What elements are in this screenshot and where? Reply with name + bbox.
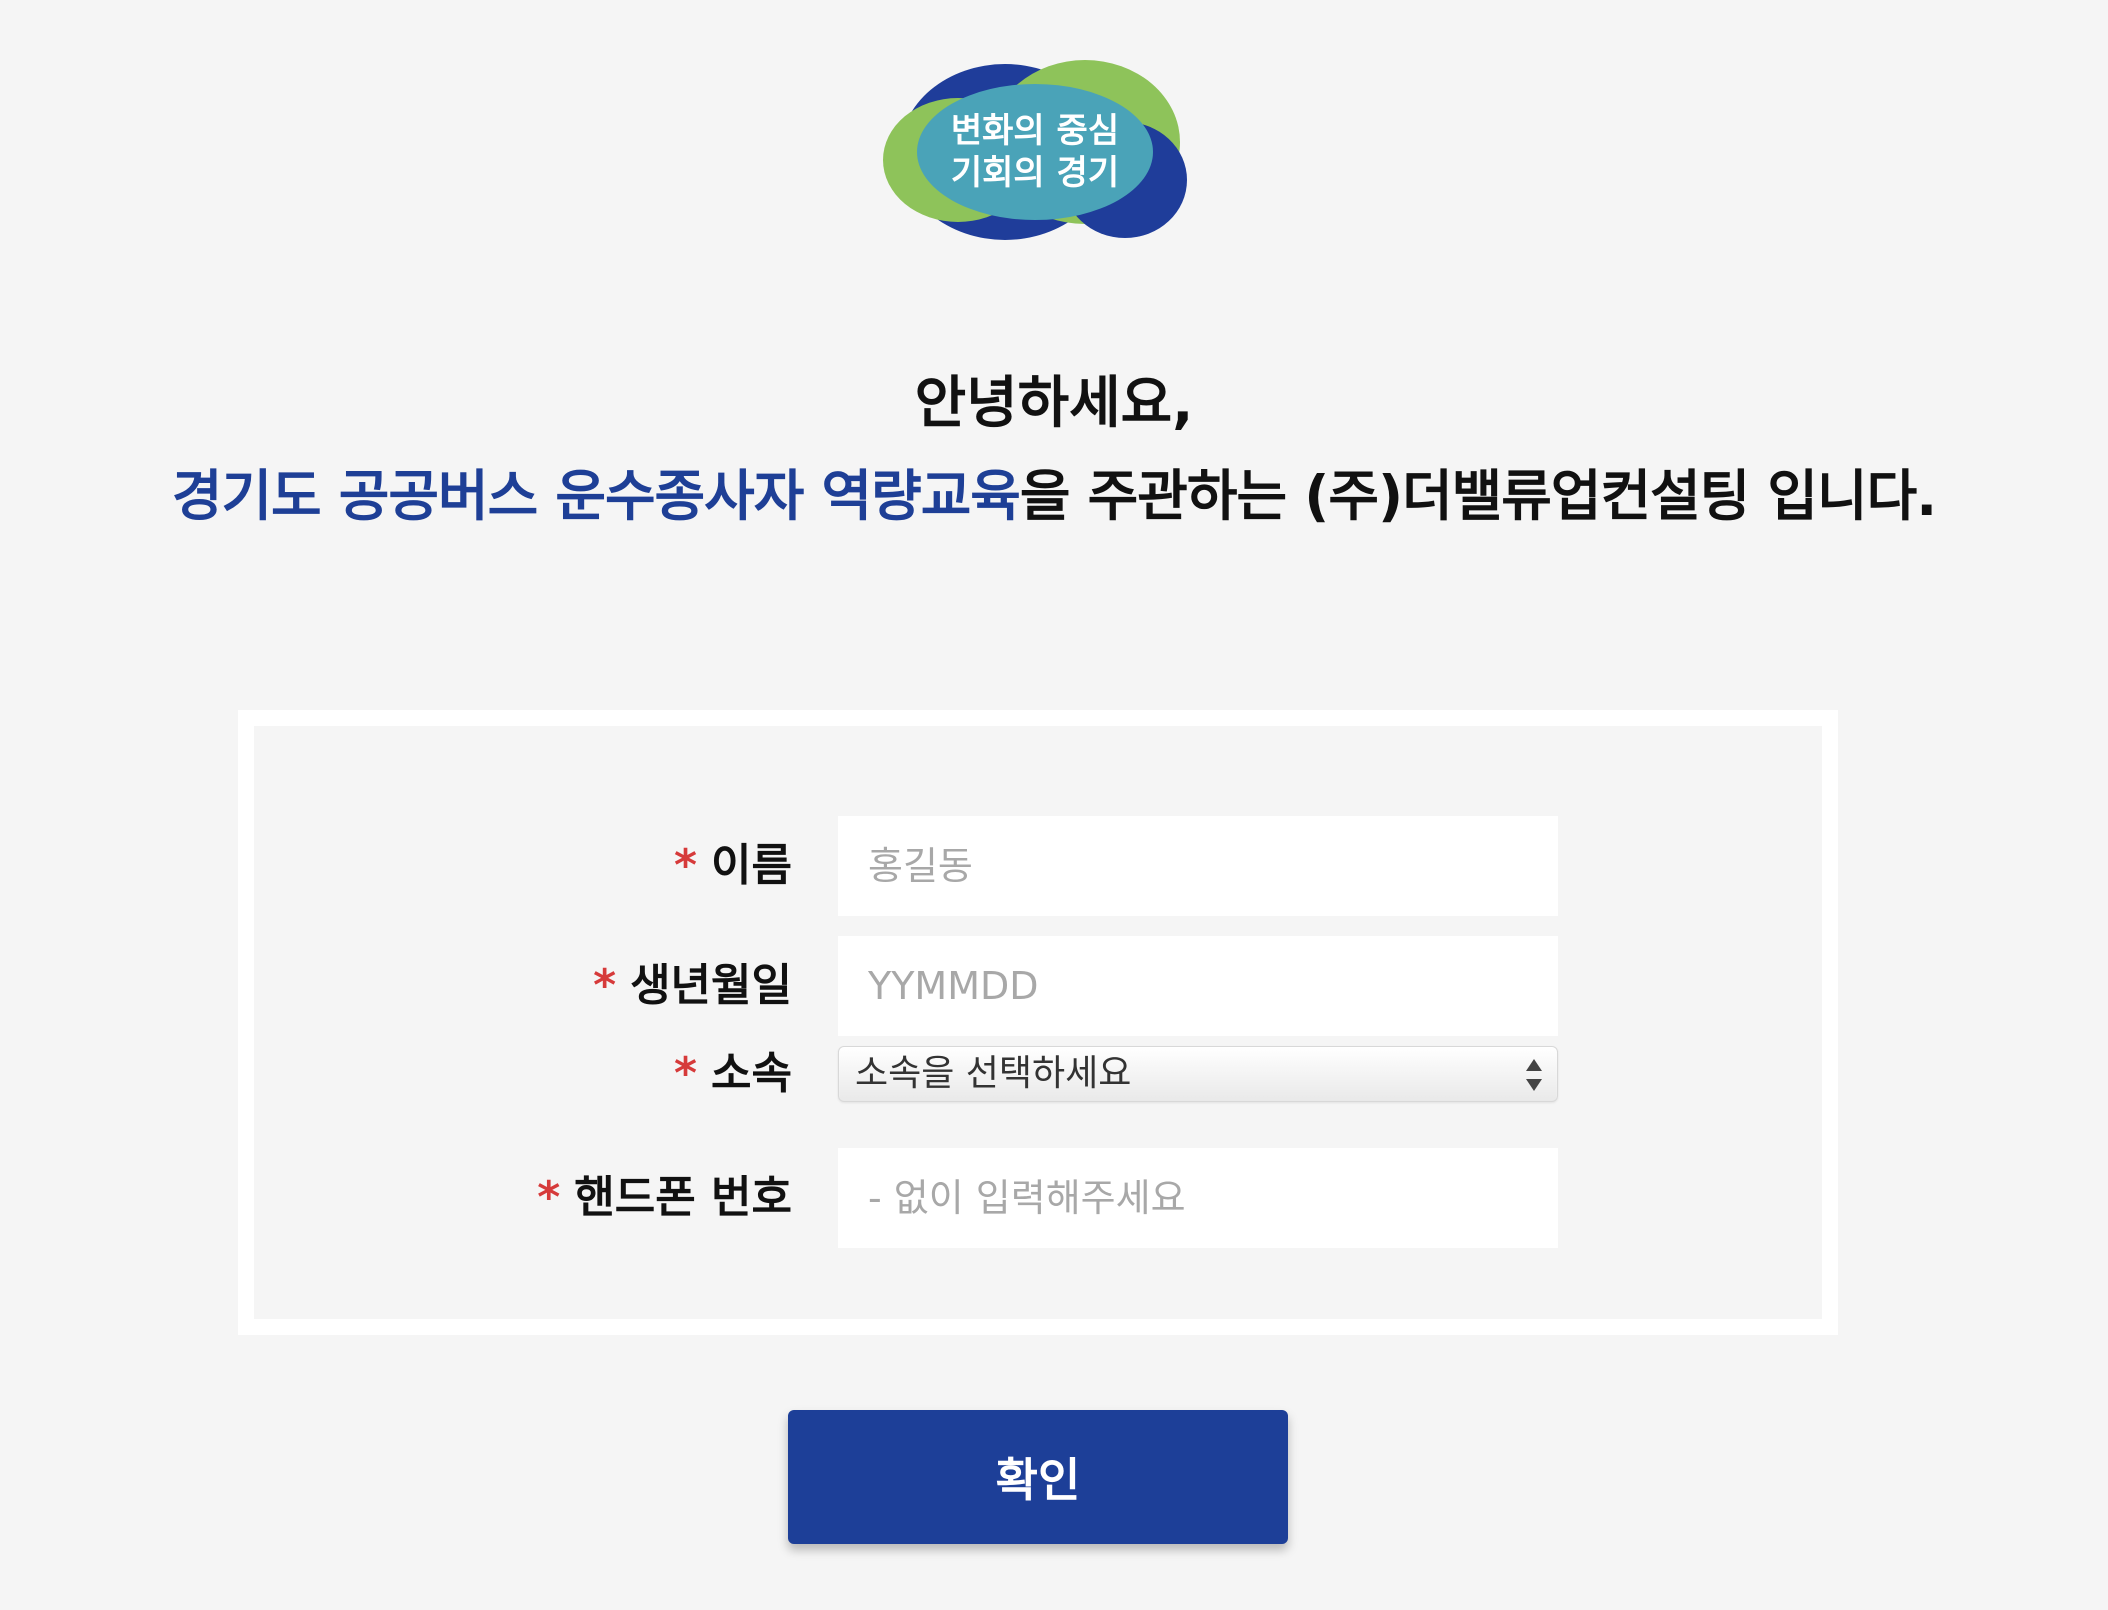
birthdate-input[interactable] [838, 936, 1558, 1036]
name-label: * 이름 [674, 840, 792, 891]
select-arrows-icon [1526, 1059, 1542, 1091]
affiliation-label: * 소속 [674, 1048, 792, 1099]
logo: 변화의 중심 기회의 경기 [880, 60, 1190, 245]
logo-line1: 변화의 중심 [951, 111, 1119, 151]
affiliation-select[interactable]: 소속을 선택하세요 [838, 1046, 1558, 1102]
required-mark: * [537, 1172, 561, 1223]
greeting-text: 안녕하세요, [914, 371, 1194, 436]
affiliation-selected: 소속을 선택하세요 [855, 1053, 1132, 1094]
name-input[interactable] [838, 816, 1558, 916]
phone-label: * 핸드폰 번호 [537, 1172, 792, 1223]
logo-line2: 기회의 경기 [951, 153, 1119, 193]
required-mark: * [593, 960, 617, 1011]
intro-text: 경기도 공공버스 운수종사자 역량교육을 주관하는 (주)더밸류업컨설팅 입니다… [60, 460, 2048, 532]
required-mark: * [674, 1048, 698, 1099]
confirm-button[interactable]: 확인 [788, 1410, 1288, 1544]
required-mark: * [674, 840, 698, 891]
phone-input[interactable] [838, 1148, 1558, 1248]
login-form: *이름 *생년월일 *소속 소속을 선택하세요 *핸드폰 번호 [238, 710, 1838, 1335]
birthdate-label: * 생년월일 [593, 960, 792, 1011]
intro-rest: 을 주관하는 (주)더밸류업컨설팅 입니다. [1019, 464, 1937, 528]
intro-highlight: 경기도 공공버스 운수종사자 역량교육 [171, 464, 1021, 528]
